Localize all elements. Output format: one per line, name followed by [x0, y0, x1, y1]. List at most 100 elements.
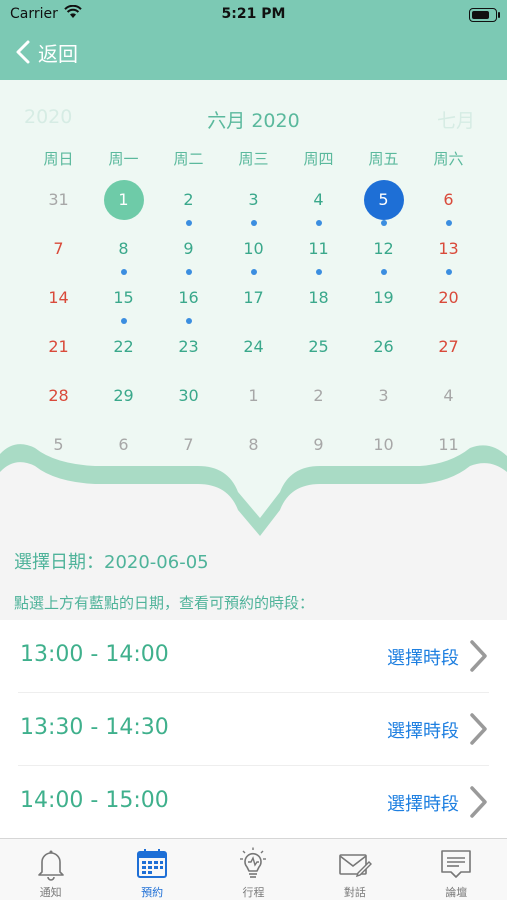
calendar-day[interactable]: 17 — [221, 276, 286, 325]
tab-forum[interactable]: 論壇 — [406, 839, 507, 900]
calendar-day[interactable]: 24 — [221, 325, 286, 374]
clock: 5:21 PM — [221, 6, 286, 22]
calendar-day[interactable]: 25 — [286, 325, 351, 374]
calendar-day[interactable]: 2 — [286, 374, 351, 423]
calendar-day[interactable]: 13 — [416, 227, 481, 276]
day-number: 28 — [48, 386, 69, 405]
select-slot-button[interactable]: 選擇時段 — [387, 644, 459, 670]
day-number: 14 — [48, 288, 69, 307]
calendar-day[interactable]: 30 — [156, 374, 221, 423]
calendar-day[interactable]: 16 — [156, 276, 221, 325]
day-number: 26 — [373, 337, 394, 356]
calendar-day[interactable]: 19 — [351, 276, 416, 325]
day-number: 22 — [113, 337, 134, 356]
calendar-day-today[interactable]: 1 — [91, 178, 156, 227]
day-number: 31 — [48, 190, 69, 209]
calendar-day[interactable]: 7 — [156, 423, 221, 472]
calendar-day[interactable]: 29 — [91, 374, 156, 423]
time-slot-row[interactable]: 13:30 - 14:30 選擇時段 — [18, 693, 489, 766]
calendar-week-row: 14 15 16 17 18 19 20 — [26, 276, 481, 325]
calendar-day[interactable]: 14 — [26, 276, 91, 325]
day-number: 13 — [438, 239, 459, 258]
weekday-label: 周五 — [368, 150, 399, 168]
calendar-day[interactable]: 4 — [416, 374, 481, 423]
day-number: 18 — [308, 288, 329, 307]
calendar-day[interactable]: 28 — [26, 374, 91, 423]
calendar-day[interactable]: 10 — [351, 423, 416, 472]
calendar-day[interactable]: 15 — [91, 276, 156, 325]
calendar-day[interactable]: 9 — [286, 423, 351, 472]
calendar-day[interactable]: 22 — [91, 325, 156, 374]
calendar-day[interactable]: 7 — [26, 227, 91, 276]
calendar-week-row: 31 1 2 3 4 5 6 — [26, 178, 481, 227]
back-label: 返回 — [38, 41, 78, 66]
calendar-day[interactable]: 8 — [91, 227, 156, 276]
status-bar: Carrier 5:21 PM — [0, 4, 507, 26]
availability-dot — [315, 269, 322, 275]
day-number: 6 — [118, 435, 129, 454]
chevron-right-icon — [470, 640, 487, 672]
day-number: 15 — [113, 288, 134, 307]
calendar-day[interactable]: 1 — [221, 374, 286, 423]
day-number: 7 — [183, 435, 194, 454]
calendar-day[interactable]: 11 — [416, 423, 481, 472]
calendar-day[interactable]: 9 — [156, 227, 221, 276]
weekday-label: 周三 — [238, 150, 269, 168]
next-month-button[interactable]: 七月 — [437, 106, 475, 133]
chevron-left-icon — [16, 40, 30, 64]
day-number: 5 — [363, 180, 404, 220]
hint-text: 點選上方有藍點的日期，查看可預約的時段： — [14, 594, 315, 612]
day-number: 11 — [438, 435, 459, 454]
availability-dot — [185, 318, 192, 324]
calendar-day[interactable]: 3 — [221, 178, 286, 227]
calendar-day[interactable]: 12 — [351, 227, 416, 276]
battery-level — [472, 11, 489, 19]
day-number: 8 — [248, 435, 259, 454]
day-number: 10 — [373, 435, 394, 454]
weekday-label: 周日 — [43, 150, 74, 168]
calendar-day[interactable]: 5 — [26, 423, 91, 472]
select-slot-button[interactable]: 選擇時段 — [387, 790, 459, 816]
weekday-label: 周二 — [173, 150, 204, 168]
tab-messages[interactable]: 對話 — [304, 839, 405, 900]
day-number: 11 — [308, 239, 329, 258]
calendar-day[interactable]: 6 — [416, 178, 481, 227]
header-bar: Carrier 5:21 PM 返回 — [0, 0, 507, 80]
calendar-day[interactable]: 21 — [26, 325, 91, 374]
calendar-day[interactable]: 10 — [221, 227, 286, 276]
calendar-day[interactable]: 2 — [156, 178, 221, 227]
tab-notifications[interactable]: 通知 — [0, 839, 101, 900]
current-month-title: 六月 2020 — [207, 110, 300, 132]
envelope-pen-icon — [339, 854, 372, 878]
calendar-day[interactable]: 8 — [221, 423, 286, 472]
availability-dot — [380, 269, 387, 275]
time-slot-row[interactable]: 13:00 - 14:00 選擇時段 — [18, 620, 489, 693]
availability-dot — [445, 220, 452, 226]
calendar-day[interactable]: 26 — [351, 325, 416, 374]
select-slot-button[interactable]: 選擇時段 — [387, 717, 459, 743]
calendar-icon — [137, 849, 168, 878]
day-number: 2 — [183, 190, 194, 209]
calendar-day[interactable]: 6 — [91, 423, 156, 472]
tab-label: 對話 — [343, 886, 366, 899]
calendar-day[interactable]: 20 — [416, 276, 481, 325]
calendar-day[interactable]: 27 — [416, 325, 481, 374]
calendar-day[interactable]: 31 — [26, 178, 91, 227]
calendar-day[interactable]: 4 — [286, 178, 351, 227]
day-number: 3 — [378, 386, 389, 405]
time-slot-row[interactable]: 14:00 - 15:00 選擇時段 — [18, 766, 489, 838]
day-number: 21 — [48, 337, 69, 356]
calendar-day[interactable]: 3 — [351, 374, 416, 423]
calendar-day[interactable]: 23 — [156, 325, 221, 374]
calendar-day[interactable]: 18 — [286, 276, 351, 325]
calendar-day-selected[interactable]: 5 — [351, 178, 416, 227]
day-number: 9 — [313, 435, 324, 454]
tab-schedule[interactable]: 行程 — [203, 839, 304, 900]
day-number: 30 — [178, 386, 199, 405]
availability-dot — [250, 269, 257, 275]
availability-dot — [380, 220, 387, 226]
tab-booking[interactable]: 預約 — [101, 839, 202, 900]
back-button[interactable]: 返回 — [14, 38, 78, 66]
calendar-day[interactable]: 11 — [286, 227, 351, 276]
calendar-week-row: 28 29 30 1 2 3 4 — [26, 374, 481, 423]
